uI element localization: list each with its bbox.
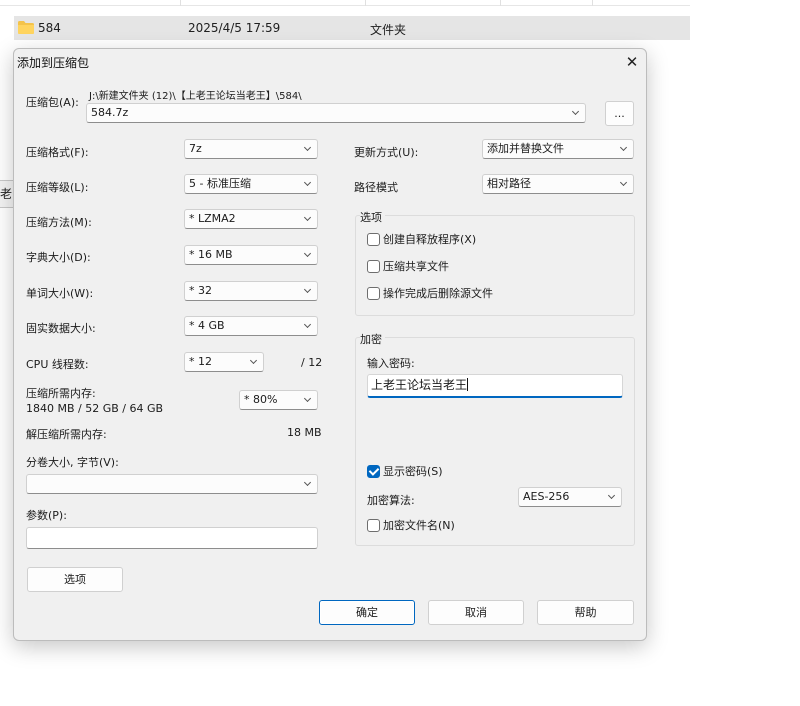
- folder-icon: [18, 21, 34, 34]
- file-row[interactable]: 584 2025/4/5 17:59 文件夹: [14, 16, 690, 40]
- pathmode-label: 路径模式: [354, 181, 398, 194]
- update-combo[interactable]: 添加并替换文件: [482, 139, 634, 159]
- browse-button[interactable]: ...: [605, 101, 634, 126]
- pathmode-combo[interactable]: 相对路径: [482, 174, 634, 194]
- column-separator: [500, 0, 501, 6]
- encrypt-names-checkbox[interactable]: 加密文件名(N): [367, 518, 455, 534]
- params-label: 参数(P):: [26, 509, 67, 522]
- column-separator: [365, 0, 366, 6]
- format-label: 压缩格式(F):: [26, 146, 89, 159]
- checkbox-box: [367, 260, 380, 273]
- text-caret: [467, 378, 469, 391]
- mem-compress-combo[interactable]: * 80%: [239, 390, 318, 410]
- chevron-down-icon: [303, 213, 312, 222]
- column-separator: [180, 0, 181, 6]
- dict-combo[interactable]: * 16 MB: [184, 245, 318, 265]
- word-combo[interactable]: * 32: [184, 281, 318, 301]
- shared-label: 压缩共享文件: [383, 260, 449, 273]
- format-combo[interactable]: 7z: [184, 139, 318, 159]
- encryption-method-combo[interactable]: AES-256: [518, 487, 622, 507]
- chevron-down-icon: [303, 249, 312, 258]
- chevron-down-icon: [303, 178, 312, 187]
- split-combo[interactable]: [26, 474, 318, 494]
- method-value: * LZMA2: [189, 212, 236, 225]
- password-input[interactable]: 上老王论坛当老王: [367, 374, 623, 398]
- chevron-down-icon: [303, 394, 312, 403]
- chevron-down-icon: [249, 356, 258, 365]
- threads-label: CPU 线程数:: [26, 358, 89, 371]
- encryption-group-title: 加密: [360, 331, 385, 347]
- chevron-down-icon: [619, 143, 628, 152]
- update-label: 更新方式(U):: [354, 146, 419, 159]
- chevron-down-icon: [303, 320, 312, 329]
- mem-decompress-value: 18 MB: [287, 426, 322, 439]
- format-value: 7z: [189, 142, 202, 155]
- solid-combo[interactable]: * 4 GB: [184, 316, 318, 336]
- encrypt-names-label: 加密文件名(N): [383, 519, 455, 532]
- archive-label: 压缩包(A):: [26, 96, 79, 109]
- level-value: 5 - 标准压缩: [189, 177, 251, 190]
- mem-decompress-label: 解压缩所需内存:: [26, 428, 107, 441]
- split-label: 分卷大小, 字节(V):: [26, 456, 119, 469]
- update-value: 添加并替换文件: [487, 142, 564, 155]
- archive-name-value: 584.7z: [91, 106, 129, 119]
- word-value: * 32: [189, 284, 212, 297]
- chevron-down-icon: [303, 285, 312, 294]
- file-name: 584: [38, 21, 61, 35]
- show-password-label: 显示密码(S): [383, 465, 443, 478]
- close-icon[interactable]: ✕: [619, 51, 645, 73]
- mem-compress-value: * 80%: [244, 393, 278, 406]
- level-combo[interactable]: 5 - 标准压缩: [184, 174, 318, 194]
- params-input[interactable]: [26, 527, 318, 549]
- help-button[interactable]: 帮助: [537, 600, 634, 625]
- checkbox-box: [367, 519, 380, 532]
- dialog-title: 添加到压缩包: [17, 56, 90, 70]
- background-window-tab[interactable]: 老: [0, 180, 14, 208]
- chevron-down-icon: [619, 178, 628, 187]
- ok-button[interactable]: 确定: [319, 600, 415, 625]
- checkbox-box: [367, 287, 380, 300]
- threads-value: * 12: [189, 355, 212, 368]
- encryption-method-label: 加密算法:: [367, 494, 415, 507]
- password-label: 输入密码:: [367, 357, 415, 370]
- show-password-checkbox[interactable]: 显示密码(S): [367, 464, 443, 480]
- solid-label: 固实数据大小:: [26, 322, 96, 335]
- chevron-down-icon: [303, 478, 312, 487]
- file-type: 文件夹: [370, 23, 407, 37]
- column-separator: [592, 0, 593, 6]
- archive-name-combo[interactable]: 584.7z: [86, 103, 586, 123]
- solid-value: * 4 GB: [189, 319, 225, 332]
- threads-max: / 12: [301, 356, 323, 369]
- cancel-button[interactable]: 取消: [428, 600, 524, 625]
- shared-checkbox[interactable]: 压缩共享文件: [367, 259, 449, 275]
- word-label: 单词大小(W):: [26, 287, 94, 300]
- file-date: 2025/4/5 17:59: [188, 21, 281, 35]
- mem-compress-label: 压缩所需内存:: [26, 387, 96, 400]
- chevron-down-icon: [571, 107, 580, 116]
- chevron-down-icon: [303, 143, 312, 152]
- dict-label: 字典大小(D):: [26, 251, 91, 264]
- method-label: 压缩方法(M):: [26, 216, 92, 229]
- delete-checkbox[interactable]: 操作完成后删除源文件: [367, 286, 493, 302]
- pathmode-value: 相对路径: [487, 177, 531, 190]
- method-combo[interactable]: * LZMA2: [184, 209, 318, 229]
- delete-label: 操作完成后删除源文件: [383, 287, 493, 300]
- password-value: 上老王论坛当老王: [371, 378, 468, 392]
- dict-value: * 16 MB: [189, 248, 233, 261]
- checkbox-box: [367, 233, 380, 246]
- sfx-label: 创建自释放程序(X): [383, 233, 477, 246]
- options-group-title: 选项: [360, 209, 385, 225]
- mem-compress-detail: 1840 MB / 52 GB / 64 GB: [26, 402, 164, 415]
- level-label: 压缩等级(L):: [26, 181, 89, 194]
- checkbox-box: [367, 465, 380, 478]
- encryption-method-value: AES-256: [523, 490, 570, 503]
- chevron-down-icon: [607, 491, 616, 500]
- options-button[interactable]: 选项: [27, 567, 123, 592]
- add-to-archive-dialog: 添加到压缩包 ✕ 压缩包(A): J:\新建文件夹 (12)\【上老王论坛当老王…: [13, 48, 647, 641]
- sfx-checkbox[interactable]: 创建自释放程序(X): [367, 232, 476, 248]
- archive-path: J:\新建文件夹 (12)\【上老王论坛当老王】\584\: [89, 91, 302, 102]
- explorer-column-header: [0, 0, 690, 6]
- threads-combo[interactable]: * 12: [184, 352, 264, 372]
